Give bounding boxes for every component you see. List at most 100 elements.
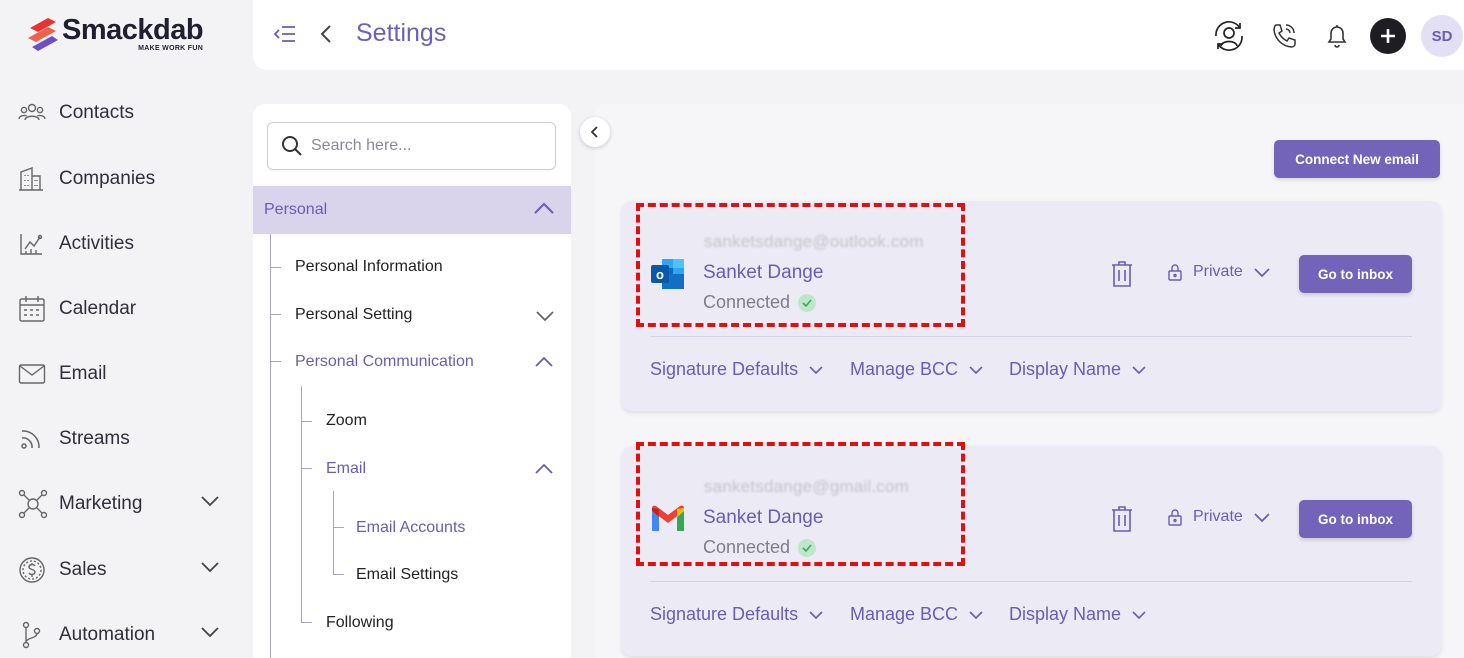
lock-icon <box>1168 509 1182 526</box>
tree-item-following[interactable]: Following <box>326 614 394 632</box>
display-name-dropdown[interactable]: Display Name <box>1009 604 1147 625</box>
chevron-down-icon <box>809 610 823 619</box>
chevron-down-icon <box>969 610 983 619</box>
annotation-highlight-box <box>636 203 965 327</box>
nav-label: Sales <box>59 559 107 580</box>
brand-tagline: MAKE WORK FUN <box>138 45 204 52</box>
plus-icon <box>1381 29 1395 43</box>
connect-new-email-button[interactable]: Connect New email <box>1274 140 1440 178</box>
tree-item-personal-setting[interactable]: Personal Setting <box>295 306 412 324</box>
nav-item-activities[interactable]: Activities <box>18 224 238 264</box>
search-icon <box>282 136 302 156</box>
trash-icon[interactable] <box>1111 260 1135 288</box>
tree-connector <box>333 491 334 574</box>
tree-item-email-accounts[interactable]: Email Accounts <box>356 519 465 537</box>
calendar-icon <box>18 295 50 323</box>
signature-defaults-dropdown[interactable]: Signature Defaults <box>650 359 824 380</box>
bell-icon[interactable] <box>1319 18 1355 54</box>
manage-bcc-dropdown[interactable]: Manage BCC <box>850 359 984 380</box>
tree-item-email-settings[interactable]: Email Settings <box>356 566 458 584</box>
option-label: Manage BCC <box>850 359 959 379</box>
nav-item-marketing[interactable]: Marketing <box>18 484 238 524</box>
option-label: Display Name <box>1009 359 1122 379</box>
search-input[interactable] <box>311 137 541 155</box>
marketing-icon <box>18 489 50 519</box>
section-label: Personal <box>264 201 328 218</box>
nav-item-companies[interactable]: Companies <box>18 159 238 199</box>
annotation-highlight-box <box>636 442 965 566</box>
display-name-dropdown[interactable]: Display Name <box>1009 359 1147 380</box>
option-label: Display Name <box>1009 604 1122 624</box>
lock-icon <box>1168 264 1182 281</box>
nav-label: Companies <box>59 168 156 189</box>
section-personal[interactable]: Personal <box>253 186 571 234</box>
privacy-dropdown[interactable]: Private <box>1167 263 1271 281</box>
nav-label: Email <box>59 363 107 384</box>
collapse-panel-button[interactable] <box>580 117 610 147</box>
chevron-down-icon[interactable] <box>535 310 555 323</box>
card-divider <box>650 581 1412 582</box>
chevron-left-icon <box>590 126 598 138</box>
nav-label: Automation <box>59 624 156 645</box>
nav-item-sales[interactable]: Sales <box>18 550 238 590</box>
tree-item-personal-information[interactable]: Personal Information <box>295 258 443 276</box>
contacts-icon <box>18 99 50 127</box>
phone-call-icon[interactable] <box>1266 18 1302 54</box>
chevron-up-icon[interactable] <box>534 462 554 475</box>
add-new-button[interactable] <box>1370 18 1406 54</box>
chevron-up-icon[interactable] <box>534 355 554 368</box>
chevron-down-icon <box>201 562 219 573</box>
envelope-icon <box>18 360 50 388</box>
tree-connector <box>333 527 344 528</box>
left-navigation: Smackdab MAKE WORK FUN Contacts Companie… <box>0 0 252 658</box>
activities-icon <box>18 230 50 258</box>
trash-icon[interactable] <box>1111 505 1135 533</box>
tree-connector <box>301 468 312 469</box>
settings-tree-panel: Personal Personal Information Personal S… <box>253 104 571 658</box>
nav-label: Contacts <box>59 102 134 123</box>
collapse-sidebar-icon[interactable] <box>273 22 297 46</box>
go-to-inbox-button[interactable]: Go to inbox <box>1299 500 1412 538</box>
user-sync-icon[interactable] <box>1211 18 1247 54</box>
nav-label: Calendar <box>59 298 137 319</box>
page-title: Settings <box>356 19 447 47</box>
back-arrow-icon[interactable] <box>317 22 337 46</box>
tree-item-personal-communication[interactable]: Personal Communication <box>295 353 474 371</box>
chevron-down-icon <box>201 496 219 507</box>
tree-connector <box>333 574 344 575</box>
tree-connector <box>270 314 281 315</box>
option-label: Signature Defaults <box>650 359 799 379</box>
privacy-label: Private <box>1193 263 1243 280</box>
brand-name: Smackdab <box>62 14 204 46</box>
chevron-down-icon <box>1254 267 1270 277</box>
tree-item-zoom[interactable]: Zoom <box>326 412 367 430</box>
tree-item-email[interactable]: Email <box>326 460 366 478</box>
privacy-label: Private <box>1193 508 1243 525</box>
go-to-inbox-button[interactable]: Go to inbox <box>1299 255 1412 293</box>
avatar[interactable]: SD <box>1421 15 1463 57</box>
chevron-down-icon <box>1132 365 1146 374</box>
chevron-up-icon <box>534 202 554 214</box>
logo-mark-icon <box>26 14 60 52</box>
streams-icon <box>18 425 50 453</box>
nav-item-streams[interactable]: Streams <box>18 419 238 459</box>
tree-connector <box>270 361 281 362</box>
chevron-down-icon <box>201 627 219 638</box>
search-box[interactable] <box>267 122 556 170</box>
tree-connector <box>301 622 312 623</box>
nav-item-contacts[interactable]: Contacts <box>18 93 238 133</box>
nav-label: Marketing <box>59 493 143 514</box>
chevron-down-icon <box>1254 512 1270 522</box>
building-icon <box>18 165 50 193</box>
privacy-dropdown[interactable]: Private <box>1167 508 1271 526</box>
smackdab-logo[interactable]: Smackdab MAKE WORK FUN <box>26 14 204 52</box>
nav-item-automation[interactable]: Automation <box>18 615 238 655</box>
tree-connector <box>301 421 312 422</box>
tree-connector <box>270 234 271 658</box>
manage-bcc-dropdown[interactable]: Manage BCC <box>850 604 984 625</box>
nav-item-email[interactable]: Email <box>18 354 238 394</box>
option-label: Manage BCC <box>850 604 959 624</box>
signature-defaults-dropdown[interactable]: Signature Defaults <box>650 604 824 625</box>
dollar-icon <box>18 556 50 584</box>
nav-item-calendar[interactable]: Calendar <box>18 289 238 329</box>
